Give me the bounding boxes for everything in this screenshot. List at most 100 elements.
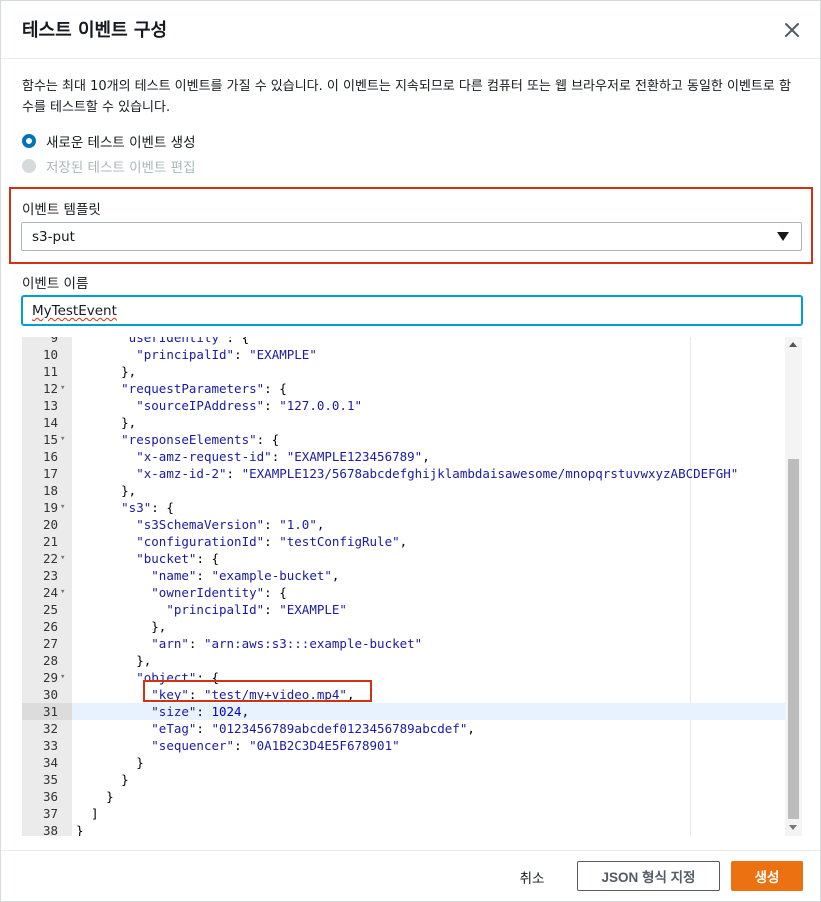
code-text: "configurationId": "testConfigRule", [136, 534, 408, 549]
code-text: "x-amz-id-2": "EXAMPLE123/5678abcdefghij… [136, 466, 739, 481]
line-number: 17 [42, 466, 58, 481]
code-line[interactable]: 22 ▾ "bucket": { [22, 550, 785, 567]
key-highlight-box [143, 680, 372, 702]
fold-toggle-icon[interactable]: ▾ [60, 431, 65, 448]
code-text: "sourceIPAddress": "127.0.0.1" [136, 398, 363, 413]
code-editor[interactable]: 9 "userIdentity": {10 "principalId": "EX… [22, 337, 802, 836]
scroll-up-icon[interactable] [789, 342, 797, 347]
code-text: "requestParameters": { [121, 381, 287, 396]
radio-new-event[interactable]: 새로운 테스트 이벤트 생성 [22, 131, 196, 151]
code-line[interactable]: 25 "principalId": "EXAMPLE" [22, 601, 785, 618]
fold-toggle-icon[interactable]: ▾ [60, 550, 65, 567]
editor-scrollbar[interactable] [785, 337, 802, 836]
code-line[interactable]: 31 "size": 1024, [22, 703, 785, 720]
code-line[interactable]: 30 "key": "test/my+video.mp4", [22, 686, 785, 703]
line-number: 15 [42, 432, 58, 447]
line-number: 13 [42, 398, 58, 413]
code-text: "arn": "arn:aws:s3:::example-bucket" [151, 636, 423, 651]
line-number: 38 [42, 823, 58, 836]
code-line[interactable]: 11 }, [22, 363, 785, 380]
code-text: "responseElements": { [121, 432, 280, 447]
line-number: 22 [42, 551, 58, 566]
scrollbar-thumb[interactable] [788, 459, 799, 819]
radio-new-event-label: 새로운 테스트 이벤트 생성 [46, 135, 196, 151]
close-icon[interactable] [779, 17, 805, 43]
code-line[interactable]: 17 "x-amz-id-2": "EXAMPLE123/5678abcdefg… [22, 465, 785, 482]
code-line[interactable]: 24 ▾ "ownerIdentity": { [22, 584, 785, 601]
template-select[interactable]: s3-put [21, 222, 802, 251]
code-line[interactable]: 34 } [22, 754, 785, 771]
line-number: 23 [42, 568, 58, 583]
event-name-input[interactable] [21, 295, 803, 326]
code-line[interactable]: 20 "s3SchemaVersion": "1.0", [22, 516, 785, 533]
code-text: }, [76, 619, 167, 634]
code-line[interactable]: 29 ▾ "object": { [22, 669, 785, 686]
cancel-button[interactable]: 취소 [505, 862, 559, 891]
code-line[interactable]: 32 "eTag": "0123456789abcdef0123456789ab… [22, 720, 785, 737]
code-text: ] [76, 806, 99, 821]
code-text: }, [76, 483, 137, 498]
line-number: 20 [42, 517, 58, 532]
line-number: 18 [42, 483, 58, 498]
line-number: 33 [42, 738, 58, 753]
fold-toggle-icon[interactable]: ▾ [60, 380, 65, 397]
code-line[interactable]: 27 "arn": "arn:aws:s3:::example-bucket" [22, 635, 785, 652]
template-label: 이벤트 템플릿 [22, 202, 101, 218]
code-line[interactable]: 14 }, [22, 414, 785, 431]
create-button[interactable]: 생성 [731, 861, 803, 891]
line-number: 16 [42, 449, 58, 464]
line-number: 30 [42, 687, 58, 702]
format-json-button[interactable]: JSON 형식 지정 [577, 861, 720, 891]
code-text: }, [76, 364, 137, 379]
line-number: 37 [42, 806, 58, 821]
line-number: 29 [42, 670, 58, 685]
radio-edit-saved: 저장된 테스트 이벤트 편집 [22, 156, 196, 176]
line-number: 21 [42, 534, 58, 549]
code-line[interactable]: 19 ▾ "s3": { [22, 499, 785, 516]
line-number: 10 [42, 347, 58, 362]
line-number: 27 [42, 636, 58, 651]
code-text: "userIdentity": { [121, 337, 250, 345]
test-event-dialog: 테스트 이벤트 구성 함수는 최대 10개의 테스트 이벤트를 가질 수 있습니… [0, 0, 821, 902]
code-line[interactable]: 33 "sequencer": "0A1B2C3D4E5F678901" [22, 737, 785, 754]
code-text: "bucket": { [136, 551, 220, 566]
code-line[interactable]: 9 "userIdentity": { [22, 337, 785, 346]
code-text: "x-amz-request-id": "EXAMPLE123456789", [136, 449, 430, 464]
code-line[interactable]: 35 } [22, 771, 785, 788]
code-line[interactable]: 36 } [22, 788, 785, 805]
line-number: 26 [42, 619, 58, 634]
radio-selected-icon[interactable] [22, 134, 36, 148]
code-line[interactable]: 21 "configurationId": "testConfigRule", [22, 533, 785, 550]
line-number: 28 [42, 653, 58, 668]
line-number: 24 [42, 585, 58, 600]
code-text: "s3": { [121, 500, 174, 515]
code-line[interactable]: 13 "sourceIPAddress": "127.0.0.1" [22, 397, 785, 414]
line-number: 11 [42, 364, 58, 379]
code-text: "size": 1024, [151, 704, 250, 719]
code-text: "s3SchemaVersion": "1.0", [136, 517, 325, 532]
code-line[interactable]: 26 }, [22, 618, 785, 635]
code-line[interactable]: 12 ▾ "requestParameters": { [22, 380, 785, 397]
code-text: } [76, 755, 144, 770]
line-number: 32 [42, 721, 58, 736]
code-text: } [76, 772, 129, 787]
fold-toggle-icon[interactable]: ▾ [60, 584, 65, 601]
event-name-value: MyTestEvent [32, 303, 117, 319]
scroll-down-icon[interactable] [789, 825, 797, 830]
code-line[interactable]: 10 "principalId": "EXAMPLE" [22, 346, 785, 363]
code-text: "principalId": "EXAMPLE" [136, 347, 317, 362]
dialog-description: 함수는 최대 10개의 테스트 이벤트를 가질 수 있습니다. 이 이벤트는 지… [22, 79, 791, 115]
code-line[interactable]: 23 "name": "example-bucket", [22, 567, 785, 584]
code-text: "principalId": "EXAMPLE" [166, 602, 347, 617]
code-line[interactable]: 28 }, [22, 652, 785, 669]
code-line[interactable]: 37 ] [22, 805, 785, 822]
fold-toggle-icon[interactable]: ▾ [60, 669, 65, 686]
code-line[interactable]: 15 ▾ "responseElements": { [22, 431, 785, 448]
code-text: }, [76, 653, 152, 668]
code-text: "name": "example-bucket", [151, 568, 340, 583]
radio-disabled-icon [22, 159, 36, 173]
code-line[interactable]: 38} [22, 822, 785, 836]
code-line[interactable]: 16 "x-amz-request-id": "EXAMPLE123456789… [22, 448, 785, 465]
fold-toggle-icon[interactable]: ▾ [60, 499, 65, 516]
code-line[interactable]: 18 }, [22, 482, 785, 499]
